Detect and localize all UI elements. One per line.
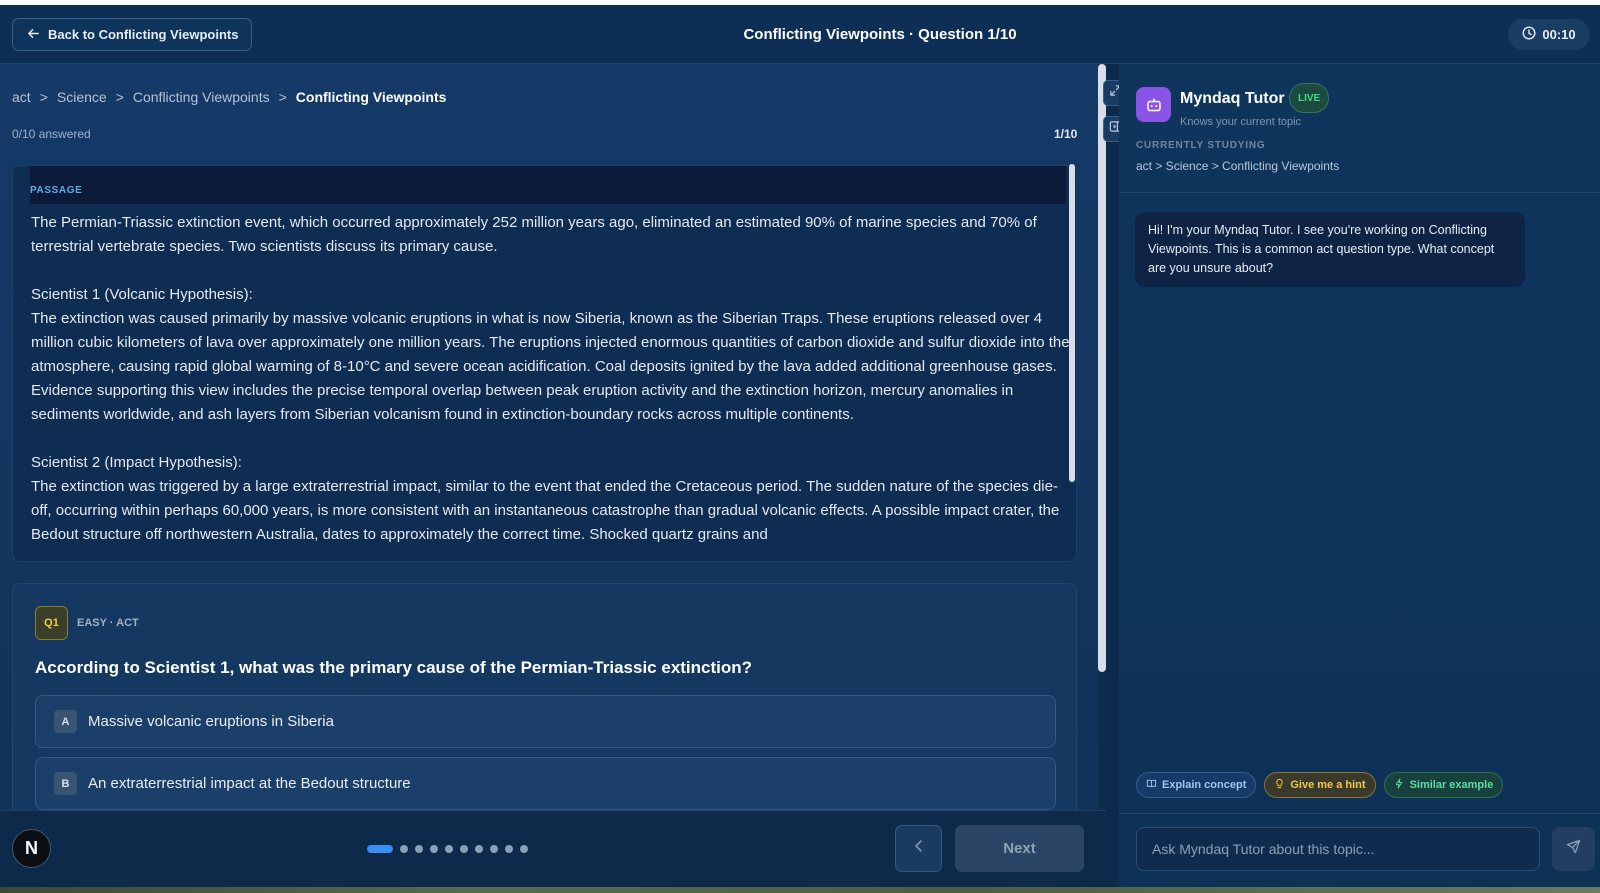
option-text: An extraterrestrial impact at the Bedout…: [88, 775, 411, 792]
question-dot[interactable]: [520, 845, 528, 853]
breadcrumb: act > Science > Conflicting Viewpoints >…: [12, 89, 446, 105]
question-dot-current[interactable]: [367, 845, 393, 853]
question-dot[interactable]: [430, 845, 438, 853]
avatar[interactable]: N: [12, 829, 51, 868]
question-dot[interactable]: [490, 845, 498, 853]
passage-label: PASSAGE: [30, 185, 83, 196]
answered-count: 0/10 answered: [12, 127, 91, 141]
lightbulb-icon: [1274, 778, 1285, 792]
question-card: Q1 EASY · ACT According to Scientist 1, …: [12, 583, 1077, 843]
breadcrumb-item-topic[interactable]: Conflicting Viewpoints: [133, 89, 270, 105]
option-text: Massive volcanic eruptions in Siberia: [88, 713, 334, 730]
passage-paragraph: The Permian-Triassic extinction event, w…: [31, 214, 1037, 255]
passage-paragraph: Scientist 1 (Volcanic Hypothesis): The e…: [31, 286, 1070, 423]
question-dot[interactable]: [505, 845, 513, 853]
breadcrumb-item-act[interactable]: act: [12, 89, 31, 105]
clock-icon: [1522, 26, 1536, 43]
question-dot[interactable]: [400, 845, 408, 853]
studying-label: CURRENTLY STUDYING: [1136, 140, 1266, 151]
previous-button[interactable]: [895, 825, 942, 872]
question-number-badge: Q1: [35, 606, 68, 640]
option-letter: B: [54, 772, 77, 795]
chip-label: Explain concept: [1162, 779, 1247, 791]
question-dot[interactable]: [445, 845, 453, 853]
question-dot[interactable]: [475, 845, 483, 853]
studying-path: act > Science > Conflicting Viewpoints: [1136, 159, 1340, 173]
sparkle-icon: [1394, 778, 1405, 792]
header: Back to Conflicting Viewpoints Conflicti…: [0, 5, 1600, 64]
passage-header: [30, 166, 1066, 204]
question-progress: 1/10: [1054, 127, 1078, 141]
divider: [1119, 813, 1600, 814]
passage-paragraph: Scientist 2 (Impact Hypothesis): The ext…: [31, 454, 1060, 543]
passage-scrollbar[interactable]: [1069, 164, 1075, 482]
chip-label: Give me a hint: [1290, 779, 1366, 791]
tutor-chat-input[interactable]: [1136, 827, 1540, 871]
breadcrumb-current: Conflicting Viewpoints: [295, 89, 447, 105]
breadcrumb-separator: >: [115, 89, 124, 105]
answer-option-a[interactable]: A Massive volcanic eruptions in Siberia: [35, 695, 1056, 748]
breadcrumb-item-science[interactable]: Science: [57, 89, 107, 105]
question-panel: act > Science > Conflicting Viewpoints >…: [0, 64, 1098, 843]
question-dot[interactable]: [460, 845, 468, 853]
page-title: Conflicting Viewpoints · Question 1/10: [743, 26, 1017, 43]
explain-concept-button[interactable]: Explain concept: [1136, 772, 1257, 798]
tutor-message: Hi! I'm your Myndaq Tutor. I see you're …: [1135, 212, 1525, 287]
question-meta: EASY · ACT: [77, 617, 139, 629]
breadcrumb-separator: >: [278, 89, 287, 105]
timer-badge: 00:10: [1508, 19, 1590, 50]
question-dots: [367, 845, 528, 853]
timer-value: 00:10: [1542, 27, 1576, 42]
robot-icon: [1136, 87, 1171, 122]
divider: [1119, 192, 1600, 193]
similar-example-button[interactable]: Similar example: [1383, 772, 1504, 798]
option-letter: A: [54, 710, 77, 733]
send-button[interactable]: [1552, 827, 1595, 871]
bottom-strip: [0, 887, 1600, 893]
tutor-panel: Myndaq Tutor LIVE Knows your current top…: [1119, 64, 1600, 887]
answer-option-b[interactable]: B An extraterrestrial impact at the Bedo…: [35, 757, 1056, 810]
footer-nav: N Next: [0, 810, 1106, 887]
chevron-left-icon: [912, 839, 926, 858]
next-button[interactable]: Next: [955, 825, 1084, 872]
panel-scrollbar[interactable]: [1098, 64, 1106, 672]
tutor-name: Myndaq Tutor: [1180, 90, 1285, 107]
question-dot[interactable]: [415, 845, 423, 853]
question-text: According to Scientist 1, what was the p…: [35, 658, 753, 677]
quick-actions: Explain concept Give me a hint Similar e…: [1136, 772, 1504, 798]
passage-card: PASSAGE The Permian-Triassic extinction …: [12, 165, 1077, 562]
passage-text: The Permian-Triassic extinction event, w…: [31, 211, 1071, 561]
live-badge: LIVE: [1289, 83, 1330, 113]
book-icon: [1146, 778, 1157, 792]
chip-label: Similar example: [1409, 779, 1494, 791]
tutor-subtitle: Knows your current topic: [1180, 116, 1302, 128]
send-icon: [1566, 839, 1581, 859]
panel-divider: [1106, 64, 1119, 887]
hint-button[interactable]: Give me a hint: [1264, 772, 1376, 798]
breadcrumb-separator: >: [39, 89, 48, 105]
